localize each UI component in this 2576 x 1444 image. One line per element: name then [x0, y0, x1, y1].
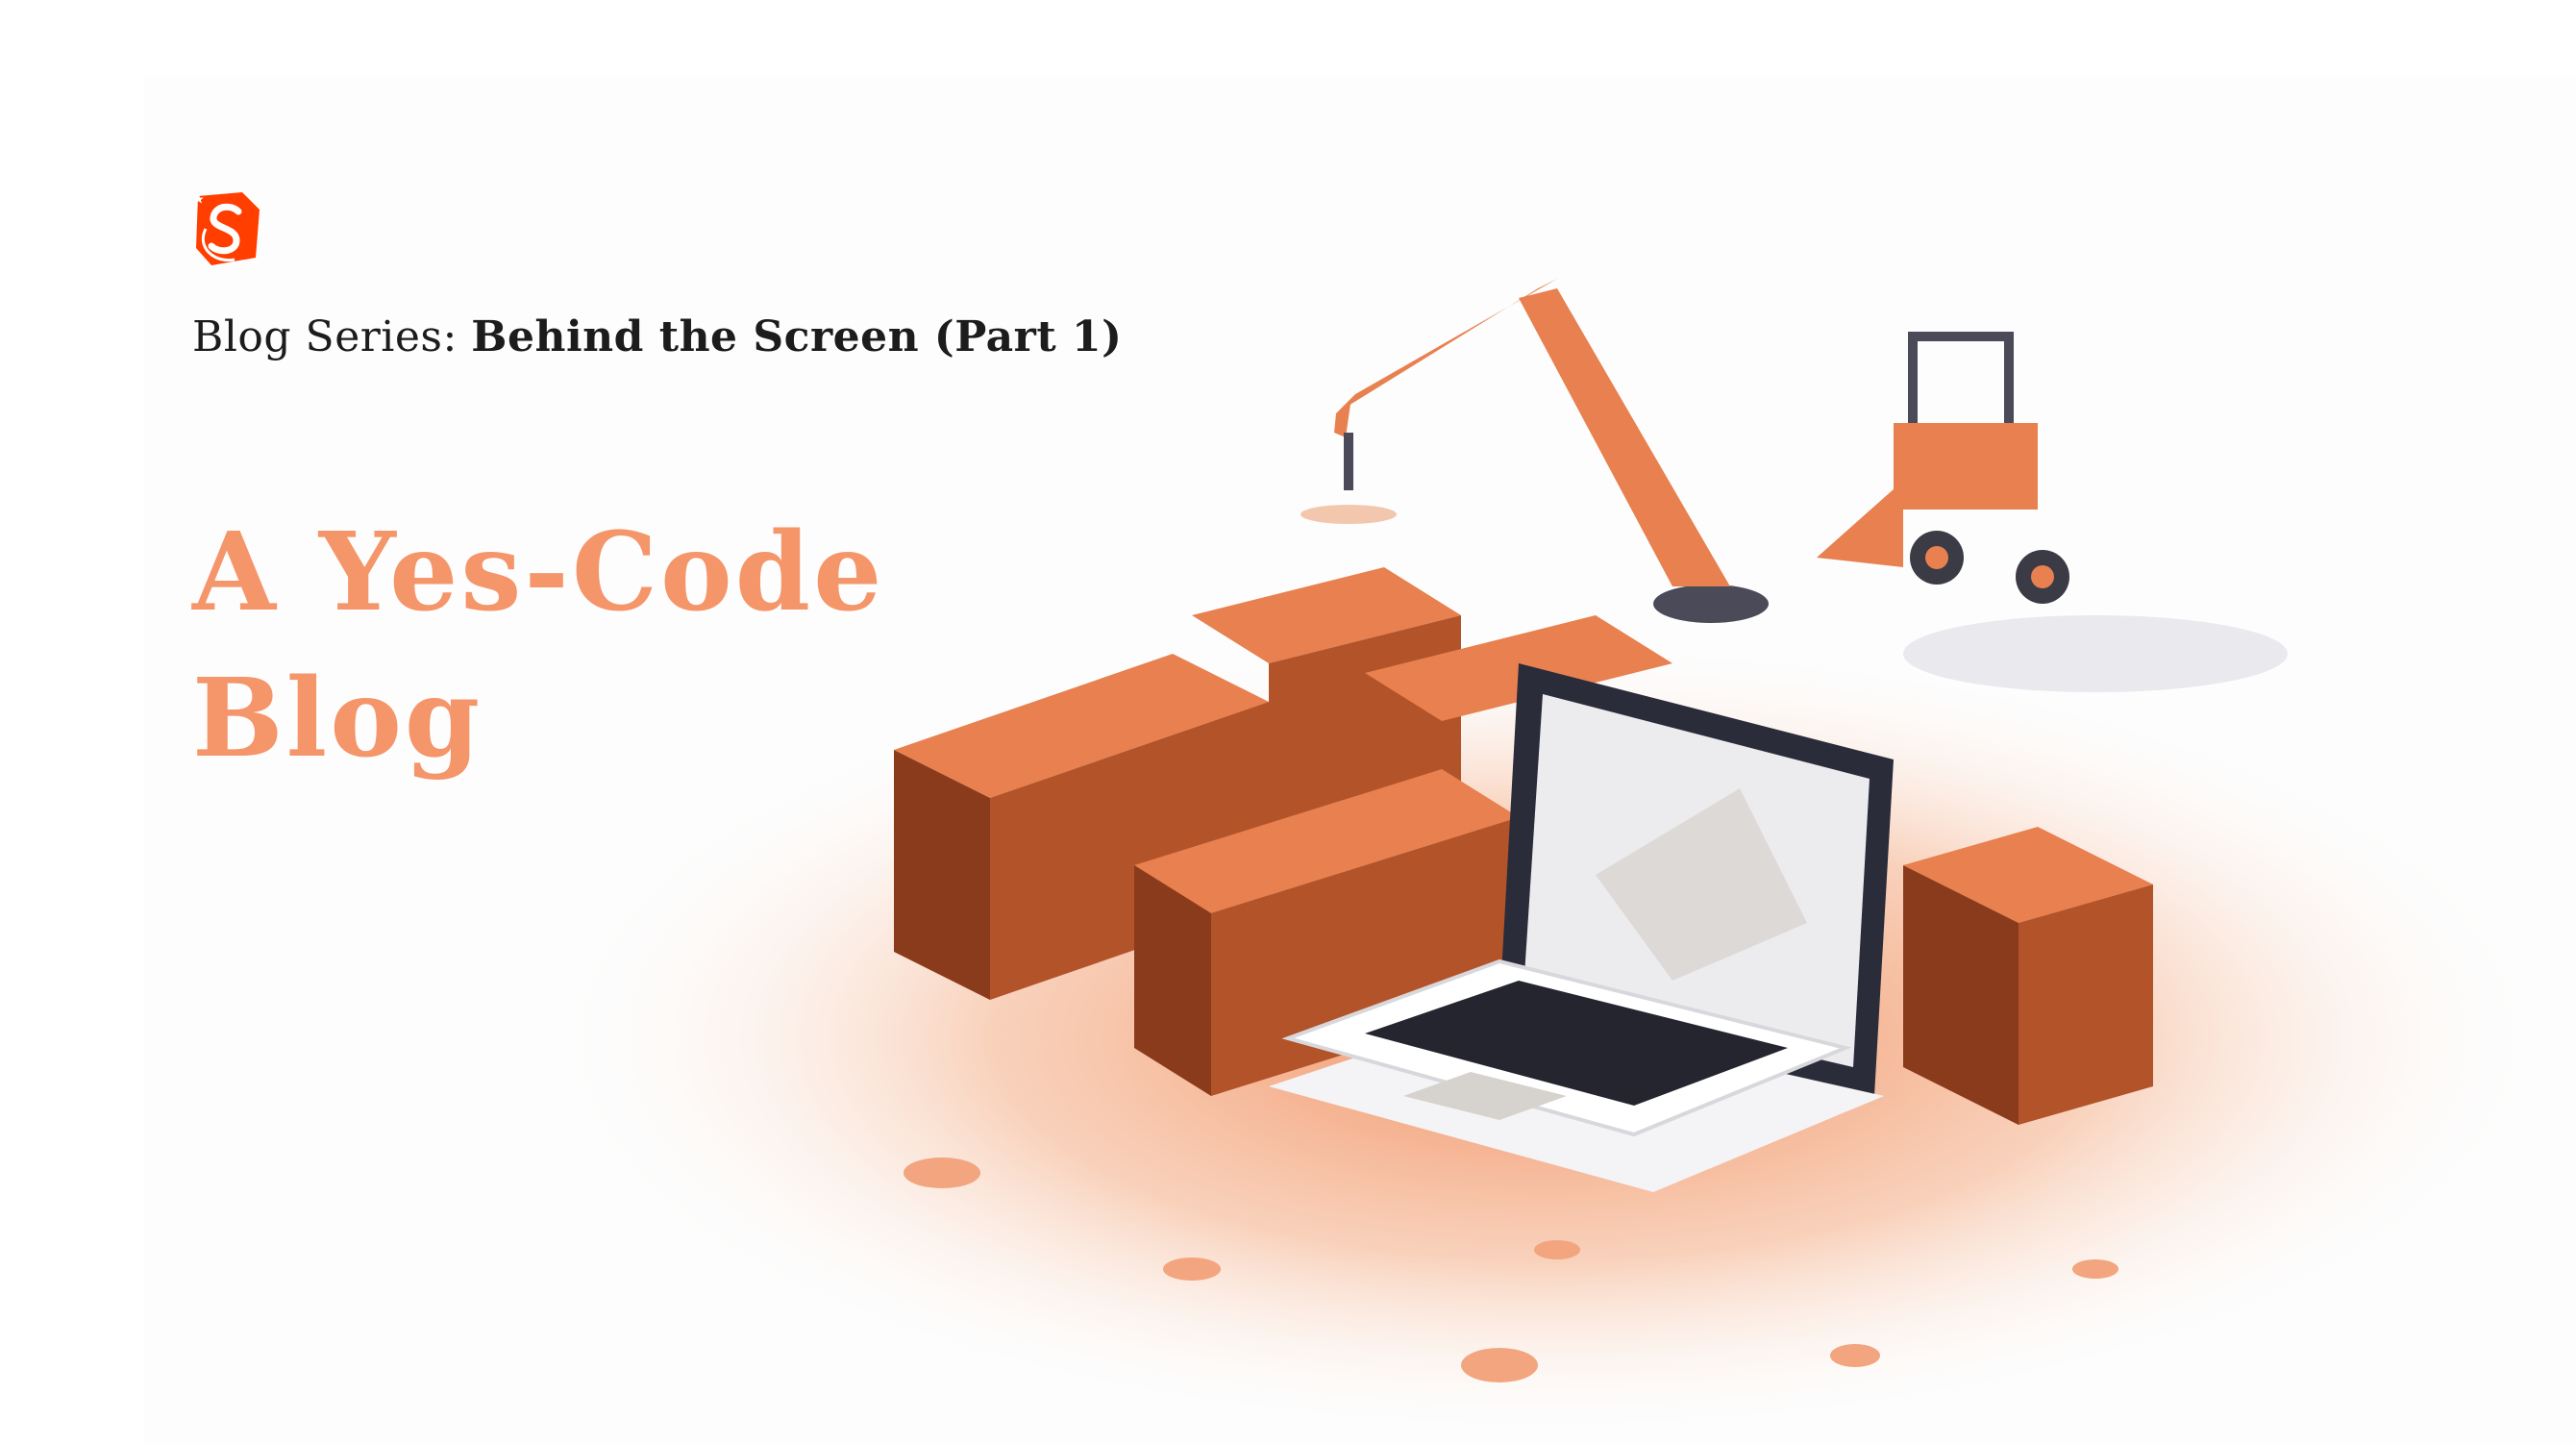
- brick-stack-right: [1903, 827, 2153, 1125]
- brand-logo-icon: [193, 192, 260, 265]
- forklift-icon: [1817, 332, 2069, 604]
- series-prefix: Blog Series:: [192, 312, 458, 361]
- construction-laptop-illustration: [538, 279, 2557, 1442]
